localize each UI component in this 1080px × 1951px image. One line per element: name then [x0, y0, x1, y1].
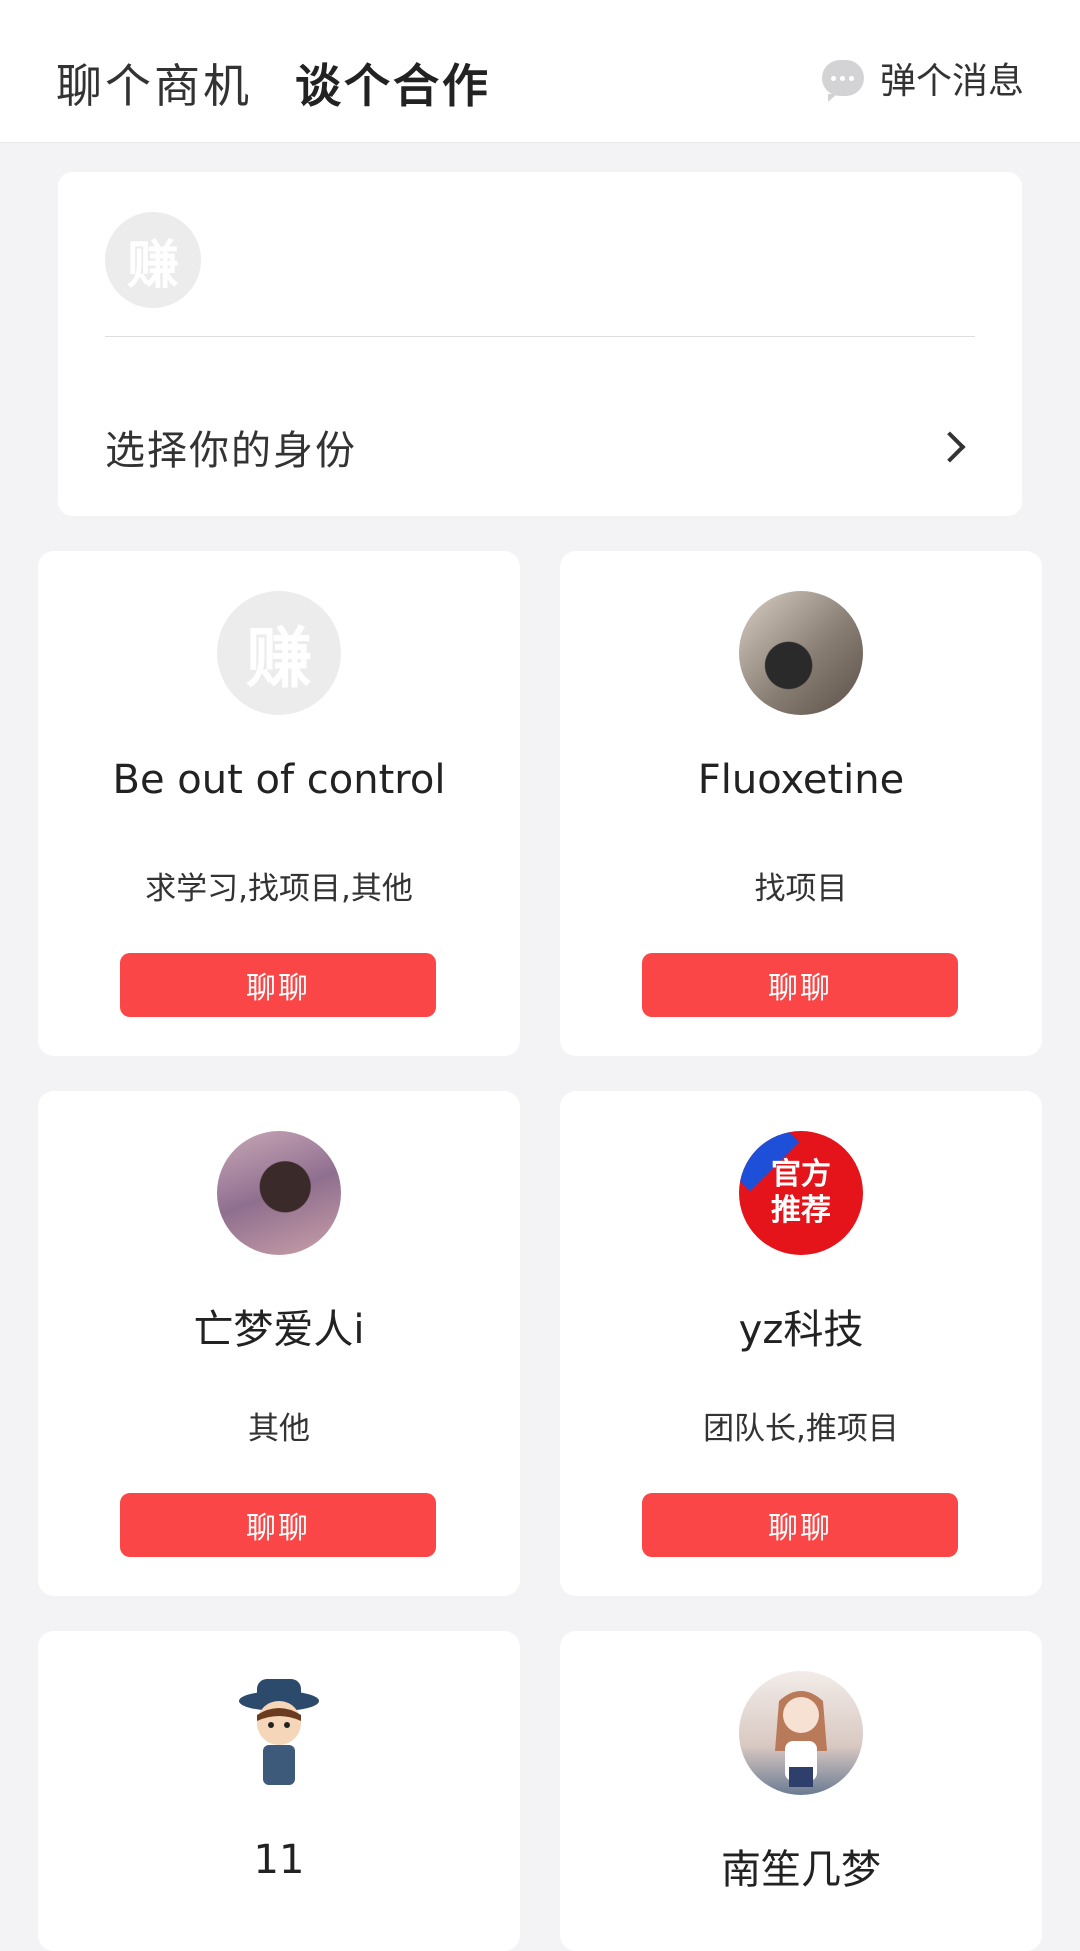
avatar-logo-text: 赚: [126, 235, 179, 296]
chat-button[interactable]: 聊聊: [120, 953, 436, 1017]
divider: [105, 336, 975, 337]
user-card[interactable]: 11: [38, 1631, 520, 1951]
user-tags: 求学习,找项目,其他: [145, 871, 413, 907]
user-card[interactable]: 赚 Be out of control 求学习,找项目,其他 聊聊: [38, 551, 520, 1056]
avatar-logo-text: 赚: [246, 620, 312, 697]
message-button[interactable]: 弹个消息: [821, 54, 1024, 102]
user-tags: 找项目: [754, 871, 848, 907]
top-bar: 聊个商机 谈个合作 弹个消息: [0, 0, 1080, 143]
user-card[interactable]: 亡梦爱人i 其他 聊聊: [38, 1091, 520, 1596]
user-name: yz科技: [738, 1307, 864, 1353]
chevron-right-icon: [934, 431, 966, 463]
avatar: 赚: [105, 212, 201, 308]
user-card[interactable]: 南笙几梦: [560, 1631, 1042, 1951]
official-badge-line: 推荐: [771, 1193, 831, 1228]
chat-button[interactable]: 聊聊: [120, 1493, 436, 1557]
official-badge-line: 官方: [771, 1157, 831, 1192]
tab-cooperation[interactable]: 谈个合作: [295, 50, 491, 116]
avatar: [217, 1131, 341, 1255]
avatar: 赚: [217, 591, 341, 715]
user-name: Fluoxetine: [697, 757, 905, 803]
chat-button[interactable]: 聊聊: [642, 953, 958, 1017]
select-identity-label: 选择你的身份: [105, 428, 357, 474]
chat-bubble-icon: [821, 60, 864, 102]
tab-business-chat[interactable]: 聊个商机: [56, 50, 252, 116]
user-card[interactable]: Fluoxetine 找项目 聊聊: [560, 551, 1042, 1056]
message-button-label: 弹个消息: [879, 61, 1024, 102]
identity-card: 赚 选择你的身份: [58, 172, 1022, 516]
anime-avatar-icon: [775, 1691, 827, 1787]
user-name: Be out of control: [112, 757, 446, 803]
chat-button[interactable]: 聊聊: [642, 1493, 958, 1557]
user-name: 南笙几梦: [721, 1847, 881, 1893]
user-tags: 其他: [248, 1411, 310, 1447]
avatar: [739, 1671, 863, 1795]
user-name: 亡梦爱人i: [193, 1307, 365, 1353]
user-name: 11: [253, 1837, 305, 1883]
avatar: 官方 推荐: [739, 1131, 863, 1255]
avatar: [739, 591, 863, 715]
cartoon-avatar-icon: [239, 1679, 319, 1785]
user-card[interactable]: 官方 推荐 yz科技 团队长,推项目 聊聊: [560, 1091, 1042, 1596]
select-identity-row[interactable]: 选择你的身份: [105, 402, 975, 492]
avatar: [217, 1671, 341, 1795]
user-tags: 团队长,推项目: [703, 1411, 899, 1447]
